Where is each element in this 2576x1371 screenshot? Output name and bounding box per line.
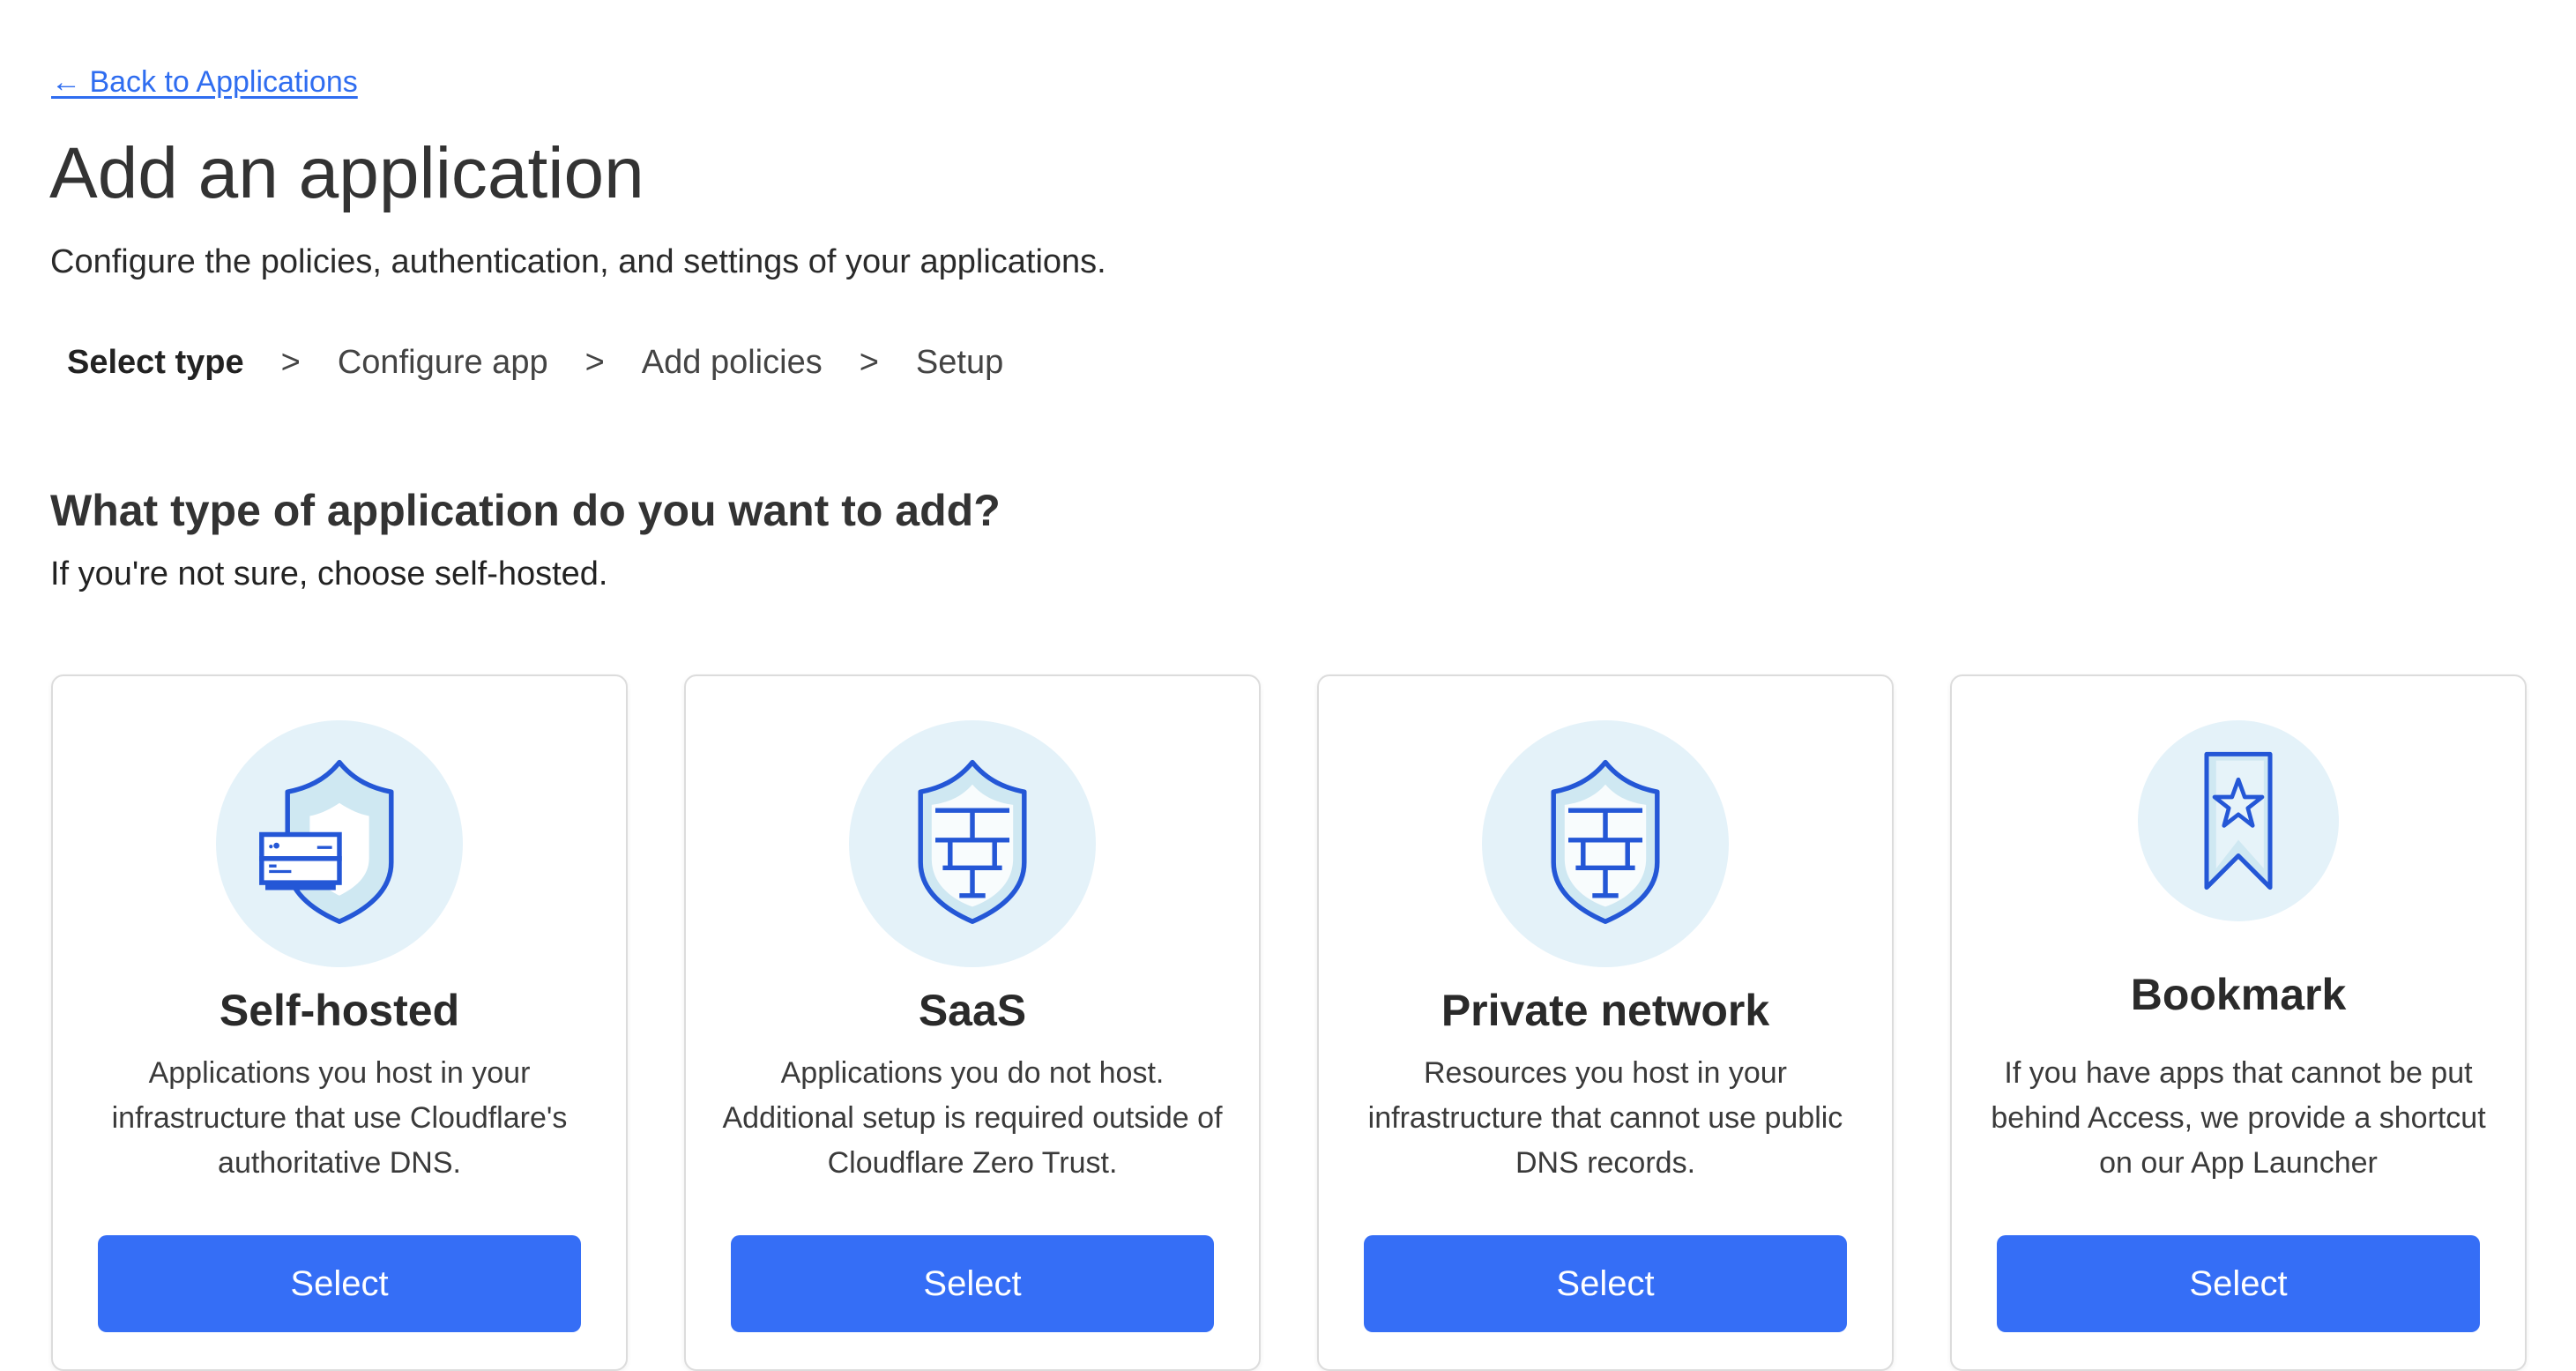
step-separator: > bbox=[859, 344, 879, 381]
app-type-cards: Self-hosted Applications you host in you… bbox=[51, 674, 2527, 1371]
select-saas-button[interactable]: Select bbox=[731, 1235, 1214, 1332]
card-description: If you have apps that cannot be put behi… bbox=[1991, 1056, 2486, 1180]
card-description: Resources you host in your infrastructur… bbox=[1367, 1056, 1843, 1180]
card-saas: SaaS Applications you do not host. Addit… bbox=[684, 674, 1261, 1371]
card-title: Private network bbox=[1441, 986, 1770, 1035]
select-self-hosted-button[interactable]: Select bbox=[98, 1235, 581, 1332]
bookmark-star-icon bbox=[2138, 720, 2339, 921]
step-separator: > bbox=[584, 344, 605, 381]
page-title: Add an application bbox=[49, 133, 644, 213]
step-separator: > bbox=[280, 344, 301, 381]
card-description: Applications you host in your infrastruc… bbox=[111, 1056, 568, 1180]
select-private-network-button[interactable]: Select bbox=[1364, 1235, 1847, 1332]
card-title: SaaS bbox=[918, 986, 1027, 1035]
card-private-network: Private network Resources you host in yo… bbox=[1317, 674, 1894, 1371]
card-self-hosted: Self-hosted Applications you host in you… bbox=[51, 674, 628, 1371]
step-configure-app: Configure app bbox=[337, 344, 548, 381]
card-description: Applications you do not host. Additional… bbox=[722, 1056, 1223, 1180]
step-add-policies: Add policies bbox=[641, 344, 823, 381]
shield-firewall-icon bbox=[849, 720, 1096, 967]
step-setup: Setup bbox=[915, 344, 1004, 381]
shield-server-icon bbox=[216, 720, 463, 967]
back-to-applications-link[interactable]: ← Back to Applications bbox=[51, 65, 358, 100]
step-select-type: Select type bbox=[67, 344, 244, 381]
select-bookmark-button[interactable]: Select bbox=[1997, 1235, 2480, 1332]
shield-firewall-icon bbox=[1482, 720, 1729, 967]
card-title: Bookmark bbox=[2130, 970, 2347, 1019]
section-hint: If you're not sure, choose self-hosted. bbox=[50, 555, 608, 592]
card-title: Self-hosted bbox=[219, 986, 460, 1035]
page-subtitle: Configure the policies, authentication, … bbox=[50, 243, 1106, 280]
wizard-steps: Select type > Configure app > Add polici… bbox=[67, 344, 1003, 382]
card-bookmark: Bookmark If you have apps that cannot be… bbox=[1950, 674, 2527, 1371]
section-question: What type of application do you want to … bbox=[50, 486, 1001, 535]
